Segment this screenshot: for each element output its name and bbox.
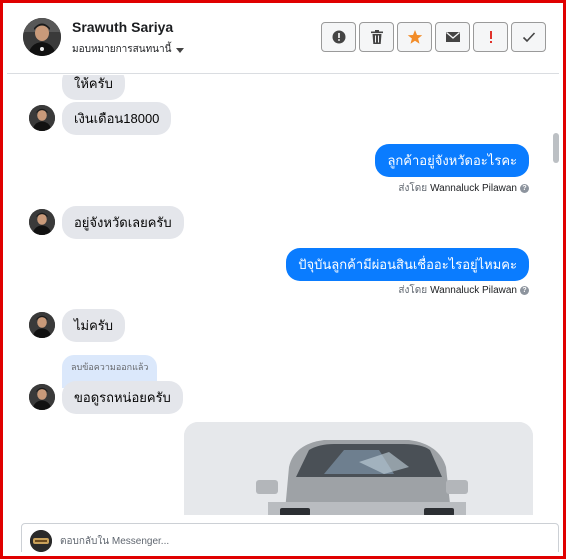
message-thread[interactable]: ให้ครับ เงินเดือน18000 ลูกค้าอยู่จังหวัด… xyxy=(7,75,559,515)
contact-avatar[interactable] xyxy=(23,18,61,56)
star-button[interactable] xyxy=(397,22,432,52)
incoming-message: ให้ครับ xyxy=(62,75,125,100)
check-icon xyxy=(522,32,535,43)
outgoing-message: ลูกค้าอยู่จังหวัดอะไรคะ xyxy=(375,144,529,177)
window-frame: Srawuth Sariya มอบหมายการสนทนานี้ ให้ครั… xyxy=(0,0,566,559)
mark-spam-button[interactable] xyxy=(321,22,356,52)
trash-icon xyxy=(370,30,383,44)
incoming-message: ขอดูรถหน่อยครับ xyxy=(62,381,183,414)
header-actions xyxy=(321,22,546,52)
contact-avatar-small xyxy=(29,384,55,410)
sent-by-label: ส่งโดย Wannaluck Pilawan ? xyxy=(398,181,529,196)
contact-name: Srawuth Sariya xyxy=(72,19,174,35)
conversation-panel: Srawuth Sariya มอบหมายการสนทนานี้ ให้ครั… xyxy=(7,7,559,552)
mark-unread-button[interactable] xyxy=(435,22,470,52)
sent-by-name: Wannaluck Pilawan xyxy=(430,183,517,194)
sent-by-prefix: ส่งโดย xyxy=(398,183,428,194)
alert-circle-icon xyxy=(332,30,345,44)
reply-input[interactable] xyxy=(60,526,548,552)
info-icon[interactable]: ? xyxy=(520,184,529,193)
info-icon[interactable]: ? xyxy=(520,286,529,295)
conversation-header: Srawuth Sariya มอบหมายการสนทนานี้ xyxy=(7,7,559,74)
mark-done-button[interactable] xyxy=(511,22,546,52)
incoming-message: ไม่ครับ xyxy=(62,309,126,342)
incoming-message: อยู่จังหวัดเลยครับ xyxy=(62,206,184,239)
delete-button[interactable] xyxy=(359,22,394,52)
reply-box[interactable] xyxy=(21,523,559,552)
sent-by-name: Wannaluck Pilawan xyxy=(430,285,517,296)
contact-avatar-small xyxy=(29,209,55,235)
reply-composer xyxy=(7,517,559,552)
incoming-message: เงินเดือน18000 xyxy=(62,102,172,135)
envelope-icon xyxy=(445,32,460,42)
follow-up-button[interactable] xyxy=(473,22,508,52)
car-photo-attachment[interactable] xyxy=(184,422,533,515)
sent-by-prefix: ส่งโดย xyxy=(398,285,428,296)
exclamation-icon xyxy=(489,31,492,43)
assign-conversation-dropdown[interactable]: มอบหมายการสนทนานี้ xyxy=(72,42,185,57)
page-avatar xyxy=(30,530,52,552)
contact-avatar-small xyxy=(29,105,55,131)
thread-scrollbar[interactable] xyxy=(553,133,559,163)
contact-avatar-small xyxy=(29,312,55,338)
car-photo-image xyxy=(184,422,533,515)
assign-label: มอบหมายการสนทนานี้ xyxy=(72,44,172,55)
caret-down-icon xyxy=(176,47,185,53)
star-icon xyxy=(407,30,422,44)
outgoing-message: ปัจุบันลูกค้ามีผ่อนสินเชื่ออะไรอยู่ไหมคะ xyxy=(286,248,529,281)
sent-by-label: ส่งโดย Wannaluck Pilawan ? xyxy=(398,283,529,298)
